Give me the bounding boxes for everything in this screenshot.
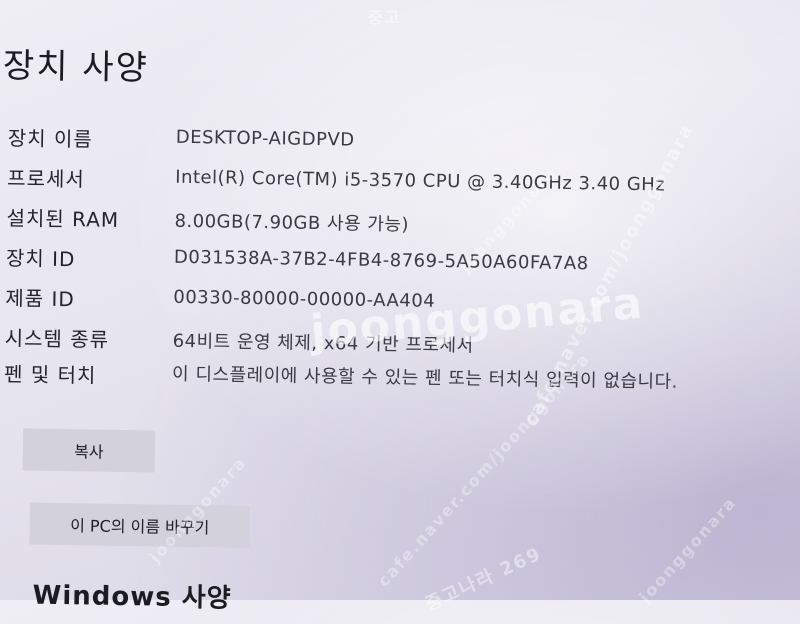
settings-about-panel: 장치 사양 장치 이름 DESKTOP-AIGDPVD 프로세서 Intel(R… [0, 0, 800, 614]
windows-spec-heading: Windows 사양 [32, 580, 232, 614]
spec-label: 시스템 종류 [4, 326, 110, 352]
spec-value: Intel(R) Core(TM) i5-3570 CPU @ 3.40GHz … [175, 166, 666, 196]
spec-row-product-id: 제품 ID 00330-80000-00000-AA404 [5, 282, 765, 328]
copy-button[interactable]: 복사 [22, 428, 156, 473]
spec-row-installed-ram: 설치된 RAM 8.00GB(7.90GB 사용 가능) [6, 202, 766, 248]
spec-value: D031538A-37B2-4FB4-8769-5A50A60FA7A8 [173, 246, 589, 275]
spec-label: 제품 ID [5, 286, 75, 312]
spec-row-pen-and-touch: 펜 및 터치 이 디스플레이에 사용할 수 있는 펜 또는 터치식 입력이 없습… [3, 358, 764, 426]
spec-label: 장치 ID [5, 246, 76, 272]
spec-row-processor: 프로세서 Intel(R) Core(TM) i5-3570 CPU @ 3.4… [7, 162, 767, 208]
spec-row-device-name: 장치 이름 DESKTOP-AIGDPVD [8, 122, 768, 168]
spec-value: DESKTOP-AIGDPVD [175, 126, 355, 151]
spec-label: 장치 이름 [7, 126, 93, 152]
spec-label: 프로세서 [7, 166, 85, 192]
spec-row-device-id: 장치 ID D031538A-37B2-4FB4-8769-5A50A60FA7… [6, 242, 766, 288]
spec-label: 펜 및 터치 [3, 362, 97, 388]
spec-value: 이 디스플레이에 사용할 수 있는 펜 또는 터치식 입력이 없습니다. [171, 363, 679, 393]
page-title: 장치 사양 [2, 46, 150, 89]
spec-value: 64비트 운영 체제, x64 기반 프로세서 [172, 330, 474, 357]
spec-label: 설치된 RAM [6, 206, 120, 232]
rename-pc-button[interactable]: 이 PC의 이름 바꾸기 [29, 502, 251, 548]
spec-value: 8.00GB(7.90GB 사용 가능) [174, 210, 410, 236]
spec-value: 00330-80000-00000-AA404 [173, 286, 436, 312]
